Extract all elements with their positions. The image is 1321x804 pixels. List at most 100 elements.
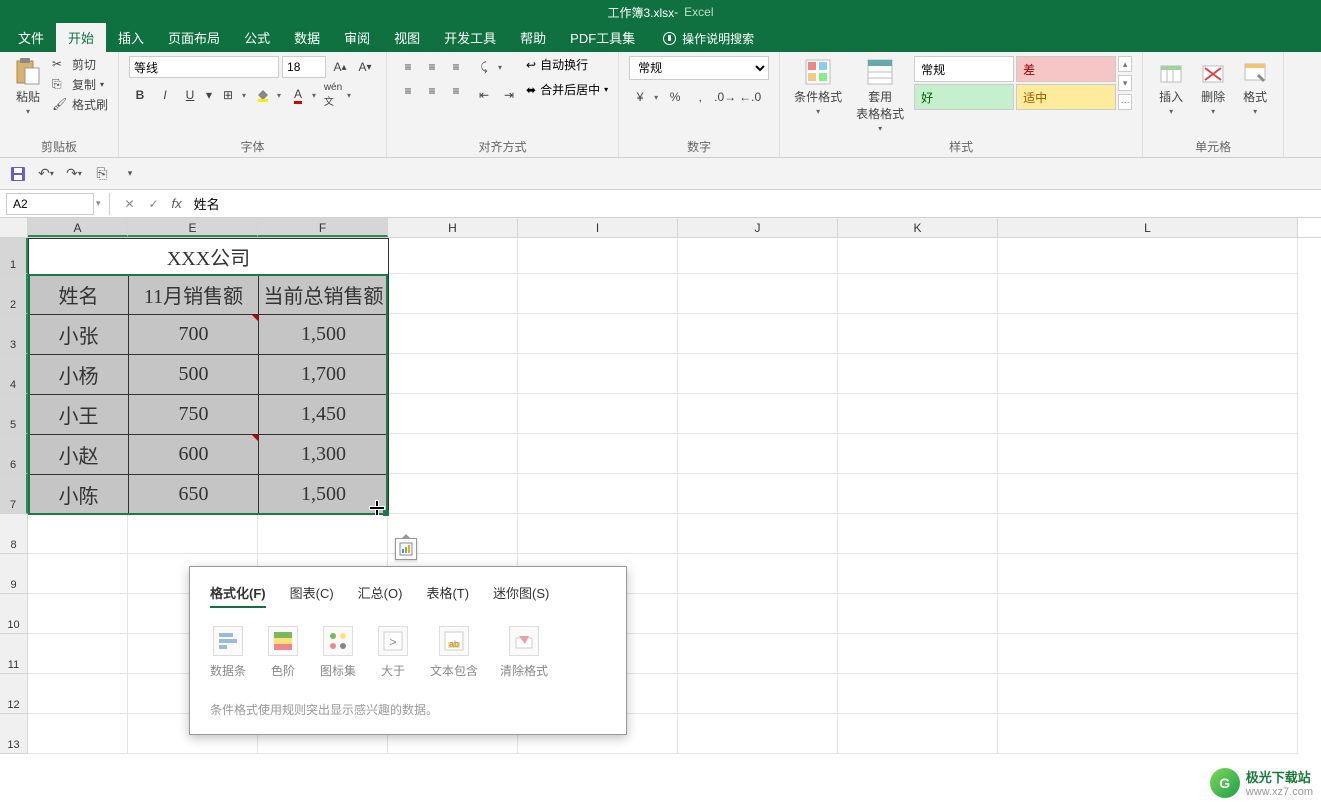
increase-decimal-button[interactable]: .0→: [714, 86, 736, 108]
tab-help[interactable]: 帮助: [508, 23, 558, 52]
qa-tab-summary[interactable]: 汇总(O): [358, 583, 403, 608]
qa-tab-sparkline[interactable]: 迷你图(S): [493, 583, 549, 608]
tab-pdf-tools[interactable]: PDF工具集: [558, 23, 647, 52]
cell-styles-more[interactable]: ▴▾⋯: [1118, 56, 1132, 110]
decrease-font-button[interactable]: A▾: [354, 56, 376, 78]
spreadsheet-grid[interactable]: A E F H I J K L 1 2 3 4 5 6 7 8 9 10 11 …: [0, 218, 1321, 804]
tab-page-layout[interactable]: 页面布局: [156, 23, 232, 52]
qa-opt-colorscale[interactable]: 色阶: [268, 626, 298, 679]
number-format-select[interactable]: 常规: [629, 56, 769, 80]
formula-input[interactable]: [188, 194, 1321, 213]
tab-data[interactable]: 数据: [282, 23, 332, 52]
cell-style-good[interactable]: 好: [914, 84, 1014, 110]
qa-opt-databar[interactable]: 数据条: [210, 626, 246, 679]
align-left-button[interactable]: ≡: [397, 80, 419, 102]
qa-tab-table[interactable]: 表格(T): [426, 583, 469, 608]
decrease-indent-button[interactable]: ⇤: [473, 84, 495, 106]
font-name-select[interactable]: [129, 56, 279, 78]
align-top-button[interactable]: ≡: [397, 56, 419, 78]
wrap-text-button[interactable]: ↩自动换行: [526, 56, 608, 73]
font-size-select[interactable]: [282, 56, 326, 78]
row-header-12[interactable]: 12: [0, 674, 28, 714]
copy-button[interactable]: ⎘复制▾: [52, 76, 108, 93]
qa-opt-textcontains[interactable]: ab文本包含: [430, 626, 478, 679]
row-header-8[interactable]: 8: [0, 514, 28, 554]
border-button[interactable]: ⊞▾: [217, 84, 249, 106]
cell-style-neutral[interactable]: 适中: [1016, 84, 1116, 110]
align-middle-button[interactable]: ≡: [421, 56, 443, 78]
increase-indent-button[interactable]: ⇥: [498, 84, 520, 106]
tab-view[interactable]: 视图: [382, 23, 432, 52]
align-center-button[interactable]: ≡: [421, 80, 443, 102]
format-cells-button[interactable]: 格式▾: [1237, 56, 1273, 118]
cell-style-normal[interactable]: 常规: [914, 56, 1014, 82]
col-header-L[interactable]: L: [998, 218, 1298, 237]
col-header-A[interactable]: A: [28, 218, 128, 237]
qa-opt-greater[interactable]: >大于: [378, 626, 408, 679]
col-header-E[interactable]: E: [128, 218, 258, 237]
increase-font-button[interactable]: A▴: [329, 56, 351, 78]
row-header-2[interactable]: 2: [0, 274, 28, 314]
table-title[interactable]: XXX公司: [29, 239, 389, 275]
row-header-11[interactable]: 11: [0, 634, 28, 674]
font-color-button[interactable]: A▾: [287, 84, 319, 106]
touch-mode-button[interactable]: ⎘: [92, 164, 112, 184]
col-header-K[interactable]: K: [838, 218, 998, 237]
delete-cells-button[interactable]: 删除▾: [1195, 56, 1231, 118]
phonetic-button[interactable]: wén文▾: [322, 84, 354, 106]
tab-developer[interactable]: 开发工具: [432, 23, 508, 52]
header-total[interactable]: 当前总销售额: [259, 275, 389, 315]
row-header-6[interactable]: 6: [0, 434, 28, 474]
tell-me-search[interactable]: 操作说明搜索: [663, 30, 754, 52]
select-all-corner[interactable]: [0, 218, 28, 237]
bold-button[interactable]: B: [129, 84, 151, 106]
row-header-3[interactable]: 3: [0, 314, 28, 354]
row-header-10[interactable]: 10: [0, 594, 28, 634]
tab-home[interactable]: 开始: [56, 23, 106, 52]
tab-insert[interactable]: 插入: [106, 23, 156, 52]
row-header-4[interactable]: 4: [0, 354, 28, 394]
row-header-5[interactable]: 5: [0, 394, 28, 434]
qa-opt-clear[interactable]: 清除格式: [500, 626, 548, 679]
fill-color-button[interactable]: ▾: [252, 84, 284, 106]
orientation-button[interactable]: ⤹▾: [473, 56, 505, 78]
qa-tab-format[interactable]: 格式化(F): [210, 583, 266, 608]
col-header-I[interactable]: I: [518, 218, 678, 237]
save-button[interactable]: [8, 164, 28, 184]
tab-file[interactable]: 文件: [6, 23, 56, 52]
cell-style-bad[interactable]: 差: [1016, 56, 1116, 82]
row-header-1[interactable]: 1: [0, 238, 28, 274]
cut-button[interactable]: ✂剪切: [52, 56, 108, 73]
decrease-decimal-button[interactable]: ←.0: [739, 86, 761, 108]
confirm-formula-button[interactable]: ✓: [142, 193, 166, 215]
quick-analysis-tag[interactable]: [395, 538, 417, 560]
row-header-9[interactable]: 9: [0, 554, 28, 594]
percent-button[interactable]: %: [664, 86, 686, 108]
row-header-13[interactable]: 13: [0, 714, 28, 754]
align-bottom-button[interactable]: ≡: [445, 56, 467, 78]
header-nov[interactable]: 11月销售额: [129, 275, 259, 315]
underline-button[interactable]: U: [179, 84, 201, 106]
insert-cells-button[interactable]: 插入▾: [1153, 56, 1189, 118]
paste-button[interactable]: 粘贴 ▾: [10, 56, 46, 118]
undo-button[interactable]: ↶▾: [36, 164, 56, 184]
conditional-format-button[interactable]: 条件格式▾: [790, 56, 846, 118]
qat-customize[interactable]: ▾: [120, 164, 140, 184]
redo-button[interactable]: ↷▾: [64, 164, 84, 184]
italic-button[interactable]: I: [154, 84, 176, 106]
align-right-button[interactable]: ≡: [445, 80, 467, 102]
fx-icon[interactable]: fx: [172, 196, 182, 211]
tab-formulas[interactable]: 公式: [232, 23, 282, 52]
merge-center-button[interactable]: ⬌合并后居中▾: [526, 81, 608, 98]
col-header-F[interactable]: F: [258, 218, 388, 237]
qa-tab-chart[interactable]: 图表(C): [290, 583, 334, 608]
col-header-H[interactable]: H: [388, 218, 518, 237]
header-name[interactable]: 姓名: [29, 275, 129, 315]
comma-button[interactable]: ,: [689, 86, 711, 108]
row-header-7[interactable]: 7: [0, 474, 28, 514]
col-header-J[interactable]: J: [678, 218, 838, 237]
cancel-formula-button[interactable]: ✕: [118, 193, 142, 215]
name-box[interactable]: [6, 193, 94, 215]
format-as-table-button[interactable]: 套用 表格格式▾: [852, 56, 908, 135]
format-painter-button[interactable]: 🖌格式刷: [52, 96, 108, 113]
